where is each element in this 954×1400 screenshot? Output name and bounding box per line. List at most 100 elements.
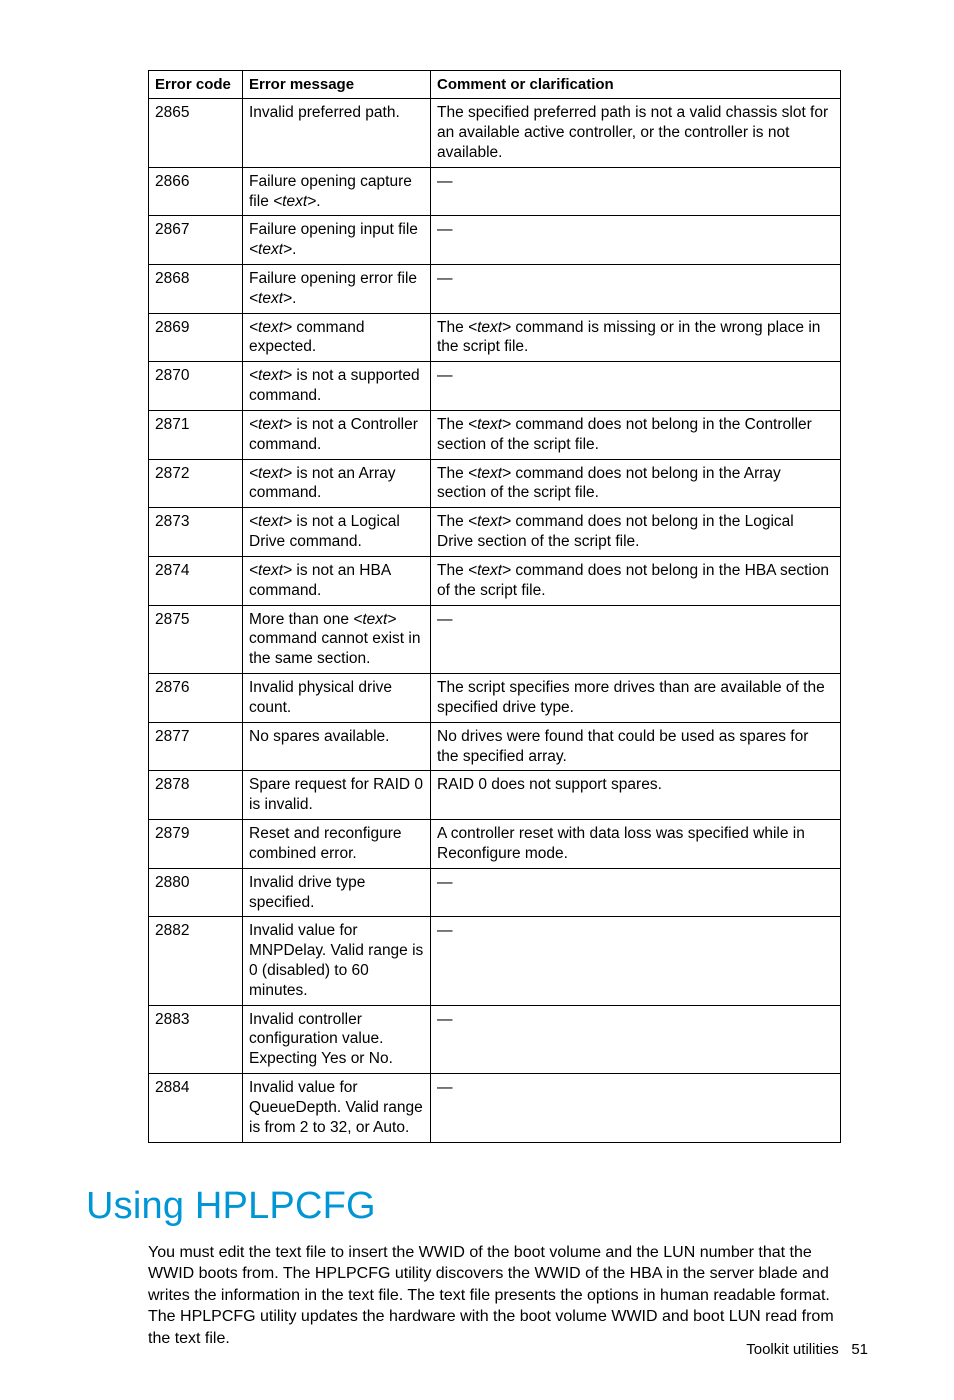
table-row: 2870<text> is not a supported command.— bbox=[149, 362, 841, 411]
col-header-code: Error code bbox=[149, 71, 243, 99]
footer-label: Toolkit utilities bbox=[746, 1341, 839, 1358]
cell-comment: The specified preferred path is not a va… bbox=[431, 99, 841, 167]
cell-comment: — bbox=[431, 362, 841, 411]
table-row: 2869<text> command expected.The <text> c… bbox=[149, 313, 841, 362]
table-row: 2883Invalid controller configuration val… bbox=[149, 1005, 841, 1073]
placeholder-text: <text> bbox=[273, 193, 316, 210]
table-row: 2867Failure opening input file <text>.— bbox=[149, 216, 841, 265]
cell-error-message: <text> is not a Controller command. bbox=[243, 410, 431, 459]
cell-error-message: Invalid controller configuration value. … bbox=[243, 1005, 431, 1073]
placeholder-text: <text> bbox=[249, 416, 292, 433]
table-row: 2879Reset and reconfigure combined error… bbox=[149, 820, 841, 869]
cell-error-code: 2866 bbox=[149, 167, 243, 216]
placeholder-text: <text> bbox=[249, 562, 292, 579]
cell-error-message: <text> is not a supported command. bbox=[243, 362, 431, 411]
cell-comment: The <text> command does not belong in th… bbox=[431, 556, 841, 605]
cell-comment: No drives were found that could be used … bbox=[431, 722, 841, 771]
table-row: 2878Spare request for RAID 0 is invalid.… bbox=[149, 771, 841, 820]
section-body: You must edit the text file to insert th… bbox=[148, 1242, 848, 1350]
placeholder-text: <text> bbox=[249, 367, 292, 384]
cell-error-code: 2880 bbox=[149, 868, 243, 917]
cell-comment: The <text> command does not belong in th… bbox=[431, 508, 841, 557]
cell-error-message: Invalid preferred path. bbox=[243, 99, 431, 167]
cell-error-message: <text> is not an HBA command. bbox=[243, 556, 431, 605]
cell-comment: — bbox=[431, 167, 841, 216]
cell-error-code: 2879 bbox=[149, 820, 243, 869]
cell-error-message: More than one <text> command cannot exis… bbox=[243, 605, 431, 673]
cell-comment: — bbox=[431, 868, 841, 917]
cell-comment: — bbox=[431, 1074, 841, 1142]
page-footer: Toolkit utilities 51 bbox=[746, 1341, 868, 1358]
cell-error-code: 2870 bbox=[149, 362, 243, 411]
cell-error-code: 2876 bbox=[149, 674, 243, 723]
table-row: 2875More than one <text> command cannot … bbox=[149, 605, 841, 673]
cell-error-message: <text> is not a Logical Drive command. bbox=[243, 508, 431, 557]
cell-error-code: 2874 bbox=[149, 556, 243, 605]
cell-comment: — bbox=[431, 264, 841, 313]
cell-comment: — bbox=[431, 1005, 841, 1073]
cell-error-code: 2865 bbox=[149, 99, 243, 167]
placeholder-text: <text> bbox=[468, 465, 511, 482]
placeholder-text: <text> bbox=[468, 513, 511, 530]
cell-error-message: Failure opening error file <text>. bbox=[243, 264, 431, 313]
table-row: 2874<text> is not an HBA command.The <te… bbox=[149, 556, 841, 605]
placeholder-text: <text> bbox=[468, 562, 511, 579]
cell-error-code: 2883 bbox=[149, 1005, 243, 1073]
col-header-msg: Error message bbox=[243, 71, 431, 99]
cell-comment: RAID 0 does not support spares. bbox=[431, 771, 841, 820]
cell-error-message: Invalid value for QueueDepth. Valid rang… bbox=[243, 1074, 431, 1142]
cell-comment: The script specifies more drives than ar… bbox=[431, 674, 841, 723]
table-row: 2884Invalid value for QueueDepth. Valid … bbox=[149, 1074, 841, 1142]
footer-page-number: 51 bbox=[851, 1341, 868, 1358]
table-row: 2871<text> is not a Controller command.T… bbox=[149, 410, 841, 459]
error-code-table: Error code Error message Comment or clar… bbox=[148, 70, 841, 1143]
cell-error-code: 2878 bbox=[149, 771, 243, 820]
table-row: 2876Invalid physical drive count.The scr… bbox=[149, 674, 841, 723]
table-row: 2873<text> is not a Logical Drive comman… bbox=[149, 508, 841, 557]
cell-error-message: Spare request for RAID 0 is invalid. bbox=[243, 771, 431, 820]
cell-comment: A controller reset with data loss was sp… bbox=[431, 820, 841, 869]
cell-error-message: No spares available. bbox=[243, 722, 431, 771]
cell-error-code: 2875 bbox=[149, 605, 243, 673]
page: Error code Error message Comment or clar… bbox=[0, 0, 954, 1400]
placeholder-text: <text> bbox=[353, 611, 396, 628]
cell-error-message: Invalid physical drive count. bbox=[243, 674, 431, 723]
cell-comment: — bbox=[431, 605, 841, 673]
table-row: 2880Invalid drive type specified.— bbox=[149, 868, 841, 917]
cell-error-message: Failure opening capture file <text>. bbox=[243, 167, 431, 216]
placeholder-text: <text> bbox=[468, 416, 511, 433]
cell-error-message: Invalid drive type specified. bbox=[243, 868, 431, 917]
cell-error-code: 2871 bbox=[149, 410, 243, 459]
placeholder-text: <text> bbox=[468, 319, 511, 336]
cell-error-code: 2873 bbox=[149, 508, 243, 557]
section-heading: Using HPLPCFG bbox=[86, 1185, 868, 1228]
cell-comment: The <text> command does not belong in th… bbox=[431, 410, 841, 459]
table-row: 2866Failure opening capture file <text>.… bbox=[149, 167, 841, 216]
cell-comment: The <text> command does not belong in th… bbox=[431, 459, 841, 508]
cell-error-code: 2877 bbox=[149, 722, 243, 771]
cell-error-code: 2882 bbox=[149, 917, 243, 1005]
table-row: 2872<text> is not an Array command.The <… bbox=[149, 459, 841, 508]
cell-error-code: 2869 bbox=[149, 313, 243, 362]
placeholder-text: <text> bbox=[249, 319, 292, 336]
table-row: 2882Invalid value for MNPDelay. Valid ra… bbox=[149, 917, 841, 1005]
cell-comment: — bbox=[431, 917, 841, 1005]
table-header-row: Error code Error message Comment or clar… bbox=[149, 71, 841, 99]
col-header-comment: Comment or clarification bbox=[431, 71, 841, 99]
cell-error-message: <text> is not an Array command. bbox=[243, 459, 431, 508]
cell-error-message: Failure opening input file <text>. bbox=[243, 216, 431, 265]
table-row: 2877No spares available.No drives were f… bbox=[149, 722, 841, 771]
placeholder-text: <text> bbox=[249, 241, 292, 258]
cell-error-message: Reset and reconfigure combined error. bbox=[243, 820, 431, 869]
cell-error-code: 2868 bbox=[149, 264, 243, 313]
cell-comment: The <text> command is missing or in the … bbox=[431, 313, 841, 362]
cell-error-message: Invalid value for MNPDelay. Valid range … bbox=[243, 917, 431, 1005]
placeholder-text: <text> bbox=[249, 290, 292, 307]
table-row: 2865Invalid preferred path.The specified… bbox=[149, 99, 841, 167]
cell-error-message: <text> command expected. bbox=[243, 313, 431, 362]
cell-error-code: 2884 bbox=[149, 1074, 243, 1142]
cell-error-code: 2867 bbox=[149, 216, 243, 265]
cell-error-code: 2872 bbox=[149, 459, 243, 508]
table-row: 2868Failure opening error file <text>.— bbox=[149, 264, 841, 313]
cell-comment: — bbox=[431, 216, 841, 265]
